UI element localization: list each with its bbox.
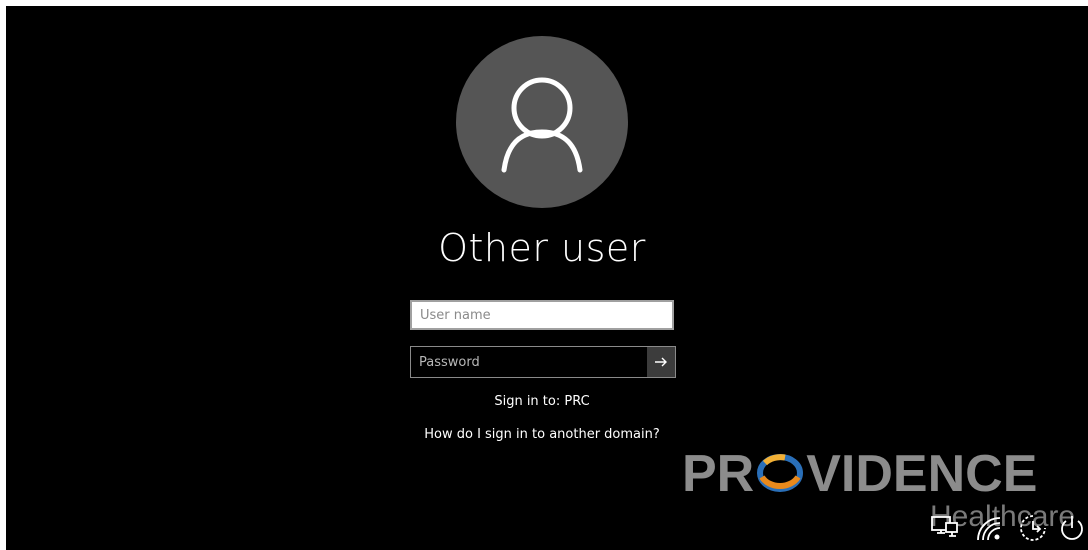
- logo-word-left: PR: [682, 445, 755, 503]
- arrow-right-icon: [655, 357, 667, 367]
- logo-wordmark: PR VIDENCE: [682, 444, 1037, 504]
- user-display-name: Other user: [438, 226, 646, 270]
- password-input[interactable]: [411, 347, 647, 377]
- network-icon[interactable]: [930, 514, 960, 544]
- wifi-icon[interactable]: [974, 514, 1002, 546]
- password-field: [410, 346, 676, 378]
- user-avatar: [456, 36, 628, 208]
- submit-button[interactable]: [647, 347, 675, 377]
- logo-word-right: VIDENCE: [806, 445, 1038, 503]
- ease-of-access-icon[interactable]: [1018, 513, 1048, 547]
- power-icon[interactable]: [1058, 513, 1086, 547]
- lock-screen: Other user Sign in to: PRC How do I sign…: [6, 6, 1088, 550]
- username-input[interactable]: [410, 300, 674, 330]
- logo-ring-icon: [755, 453, 805, 493]
- sign-in-domain-text: Sign in to: PRC: [494, 394, 590, 409]
- person-icon: [501, 77, 583, 173]
